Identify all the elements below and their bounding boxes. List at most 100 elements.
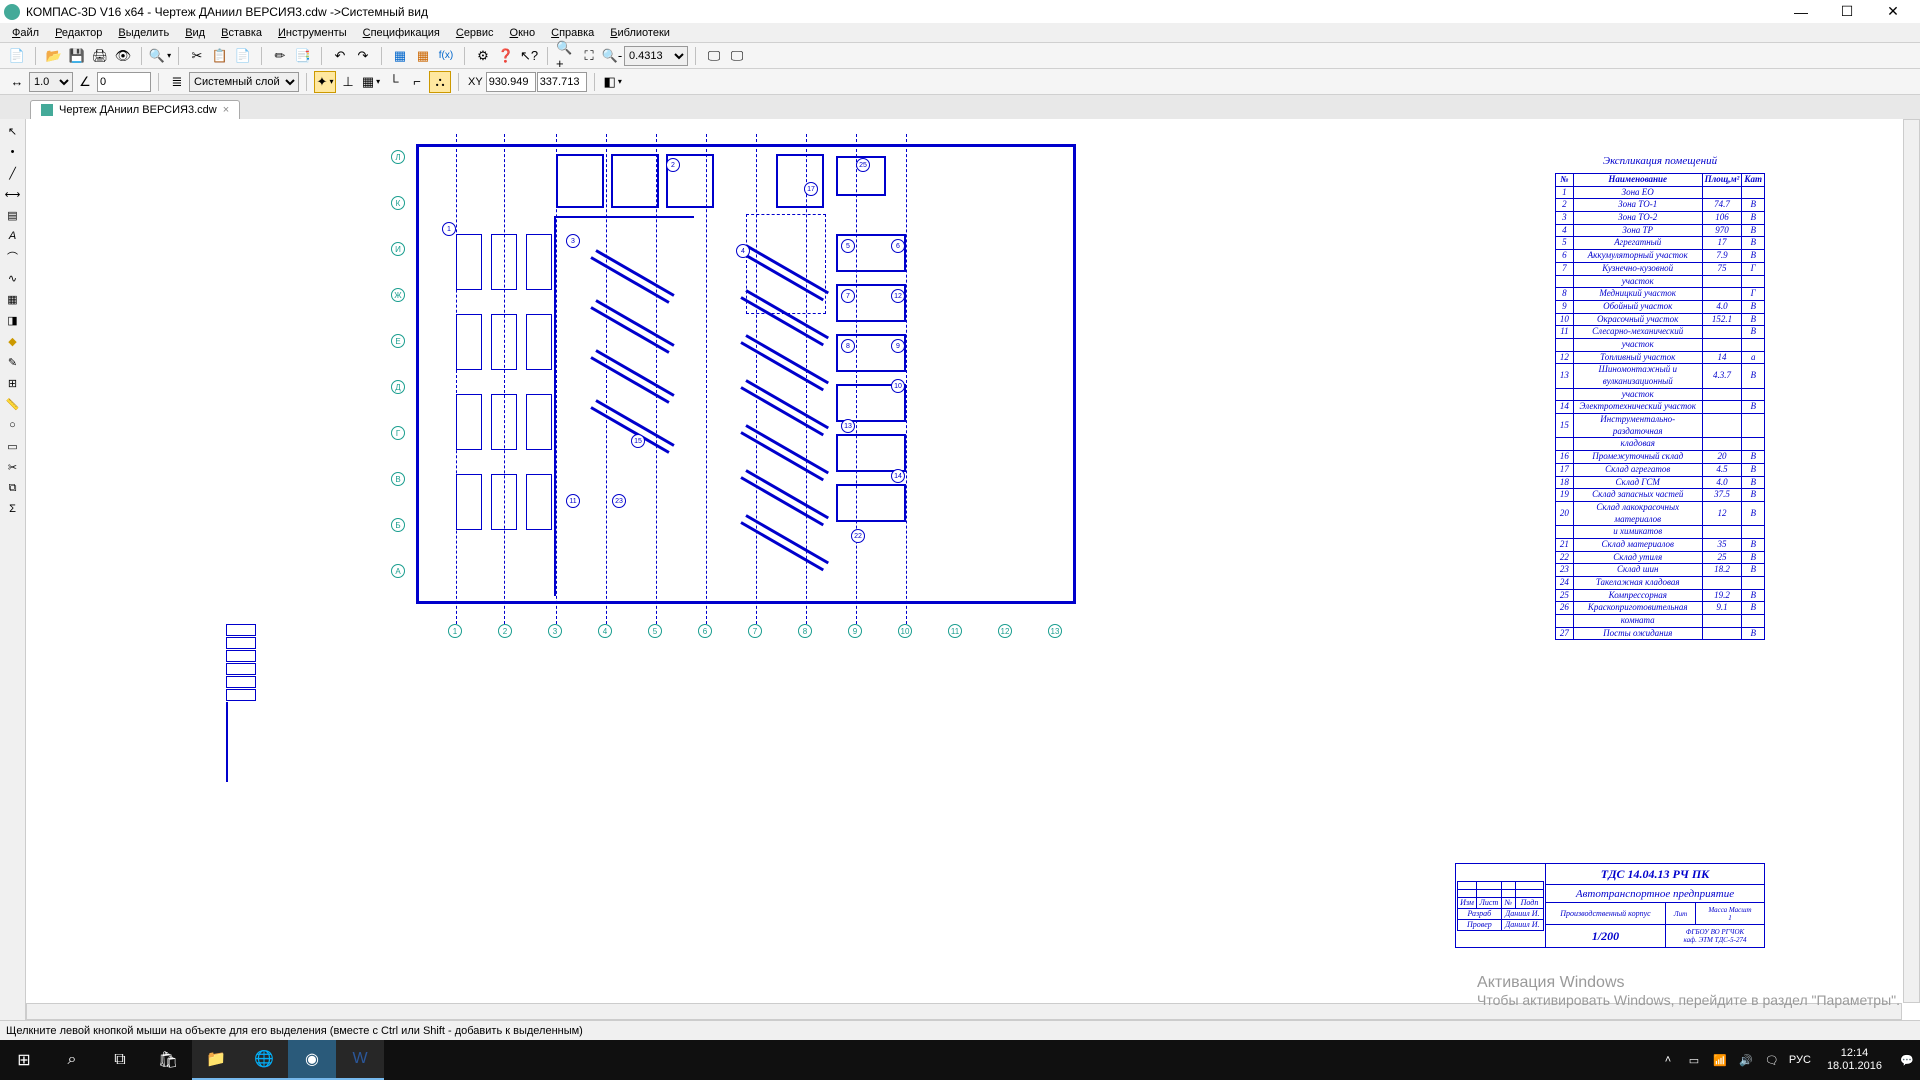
cut-button[interactable]: ✂ bbox=[186, 45, 208, 67]
step-select[interactable]: 1.0 bbox=[29, 72, 73, 92]
dim-tool[interactable]: ⟷ bbox=[2, 184, 24, 204]
kompas-button[interactable]: ◉ bbox=[288, 1040, 336, 1080]
open-button[interactable]: 📂 bbox=[43, 45, 65, 67]
fx-button[interactable]: f(x) bbox=[435, 45, 457, 67]
library-button[interactable]: ▦ bbox=[389, 45, 411, 67]
zoom-value-select[interactable]: 0.4313 bbox=[624, 46, 688, 66]
tray-clock[interactable]: 12:14 18.01.2016 bbox=[1819, 1047, 1890, 1073]
table-row: 13Шиномонтажный и вулканизационный4.3.7В bbox=[1556, 364, 1765, 388]
layer-select[interactable]: Системный слой (0) bbox=[189, 72, 299, 92]
store-button[interactable]: 🛍 bbox=[144, 1040, 192, 1080]
table-tool[interactable]: ▦ bbox=[2, 289, 24, 309]
angle-icon[interactable]: ∠ bbox=[74, 71, 96, 93]
zoom-fit-button[interactable]: ⛶ bbox=[578, 45, 600, 67]
zoom-in-button[interactable]: 🔍+ bbox=[555, 45, 577, 67]
angle-input[interactable] bbox=[97, 72, 151, 92]
line-tool[interactable]: ╱ bbox=[2, 163, 24, 183]
spline-tool[interactable]: ∿ bbox=[2, 268, 24, 288]
refresh-button[interactable]: 🖵 bbox=[703, 45, 725, 67]
frag-tool[interactable]: ◨ bbox=[2, 310, 24, 330]
param-tool[interactable]: ⊞ bbox=[2, 373, 24, 393]
tray-chevron-icon[interactable]: ˄ bbox=[1659, 1054, 1677, 1066]
help-button[interactable]: ❓ bbox=[495, 45, 517, 67]
menu-справка[interactable]: Справка bbox=[543, 25, 602, 41]
chrome-button[interactable]: 🌐 bbox=[240, 1040, 288, 1080]
zoom-out-button[interactable]: 🔍- bbox=[601, 45, 623, 67]
layers-icon[interactable]: ≣ bbox=[166, 71, 188, 93]
mirror-tool[interactable]: ⧉ bbox=[2, 478, 24, 498]
doc-icon bbox=[41, 104, 53, 116]
axis-row-marker: К bbox=[391, 196, 405, 210]
menu-выделить[interactable]: Выделить bbox=[110, 25, 177, 41]
extra-button[interactable]: ◧ bbox=[602, 71, 624, 93]
word-button[interactable]: W bbox=[336, 1040, 384, 1080]
copy-button[interactable]: 📋 bbox=[209, 45, 231, 67]
menu-сервис[interactable]: Сервис bbox=[448, 25, 502, 41]
library2-button[interactable]: ▦ bbox=[412, 45, 434, 67]
perp-button[interactable]: ⊥ bbox=[337, 71, 359, 93]
tray-wifi-icon[interactable]: 📶 bbox=[1711, 1054, 1729, 1067]
menu-вставка[interactable]: Вставка bbox=[213, 25, 270, 41]
step-icon[interactable]: ↔ bbox=[6, 71, 28, 93]
menu-вид[interactable]: Вид bbox=[177, 25, 213, 41]
tray-volume-icon[interactable]: 🔊 bbox=[1737, 1054, 1755, 1067]
point-tool[interactable]: • bbox=[2, 142, 24, 162]
coord-y-input[interactable] bbox=[537, 72, 587, 92]
properties-button[interactable]: ✏ bbox=[269, 45, 291, 67]
ortho-button[interactable]: └ bbox=[383, 71, 405, 93]
menu-библиотеки[interactable]: Библиотеки bbox=[602, 25, 678, 41]
local-cs-button[interactable]: ⛬ bbox=[429, 71, 451, 93]
snap-button[interactable]: ✦ bbox=[314, 71, 336, 93]
grid-button[interactable]: ▦ bbox=[360, 71, 382, 93]
orient-button[interactable]: 🖵 bbox=[726, 45, 748, 67]
paste-button[interactable]: 📄 bbox=[232, 45, 254, 67]
view-dropdown[interactable]: 🔍 bbox=[149, 45, 171, 67]
rect-tool[interactable]: ▭ bbox=[2, 436, 24, 456]
undo-button[interactable]: ↶ bbox=[329, 45, 351, 67]
axis-col-marker: 10 bbox=[898, 624, 912, 638]
menu-окно[interactable]: Окно bbox=[502, 25, 544, 41]
menu-спецификация[interactable]: Спецификация bbox=[355, 25, 448, 41]
menu-редактор[interactable]: Редактор bbox=[47, 25, 110, 41]
copy-props-button[interactable]: 📑 bbox=[292, 45, 314, 67]
redo-button[interactable]: ↷ bbox=[352, 45, 374, 67]
toolbar-main: 📄 📂 💾 🖨 👁 🔍 ✂ 📋 📄 ✏ 📑 ↶ ↷ ▦ ▦ f(x) ⚙ ❓ ↖… bbox=[0, 43, 1920, 69]
measure-tool[interactable]: 📏 bbox=[2, 394, 24, 414]
trim-tool[interactable]: ✂ bbox=[2, 457, 24, 477]
preview-button[interactable]: 👁 bbox=[112, 45, 134, 67]
new-doc-button[interactable]: 📄 bbox=[6, 45, 28, 67]
round-button[interactable]: ⌐ bbox=[406, 71, 428, 93]
tray-language[interactable]: РУС bbox=[1789, 1054, 1811, 1066]
close-button[interactable]: ✕ bbox=[1870, 0, 1916, 23]
maximize-button[interactable]: ☐ bbox=[1824, 0, 1870, 23]
table-row: 1Зона ЕО bbox=[1556, 186, 1765, 199]
document-tab[interactable]: Чертеж ДАниил ВЕРСИЯ3.cdw × bbox=[30, 100, 240, 119]
minimize-button[interactable]: — bbox=[1778, 0, 1824, 23]
arc-tool[interactable]: ⌒ bbox=[2, 247, 24, 267]
tab-close-button[interactable]: × bbox=[223, 104, 229, 116]
tray-notes-icon[interactable]: 🗨 bbox=[1763, 1054, 1781, 1067]
text-tool[interactable]: A bbox=[2, 226, 24, 246]
hatch-tool[interactable]: ▤ bbox=[2, 205, 24, 225]
explorer-button[interactable]: 📁 bbox=[192, 1040, 240, 1080]
edit-tool[interactable]: ✎ bbox=[2, 352, 24, 372]
tray-notifications-icon[interactable]: 💬 bbox=[1898, 1054, 1916, 1067]
coord-x-input[interactable] bbox=[486, 72, 536, 92]
help-arrow-button[interactable]: ↖? bbox=[518, 45, 540, 67]
start-button[interactable]: ⊞ bbox=[0, 1040, 48, 1080]
circle-tool[interactable]: ○ bbox=[2, 415, 24, 435]
axis-row-marker: Ж bbox=[391, 288, 405, 302]
variables-button[interactable]: ⚙ bbox=[472, 45, 494, 67]
save-button[interactable]: 💾 bbox=[66, 45, 88, 67]
tray-battery-icon[interactable]: ▭ bbox=[1685, 1054, 1703, 1067]
select-tool[interactable]: ↖ bbox=[2, 121, 24, 141]
attr-tool[interactable]: Σ bbox=[2, 499, 24, 519]
print-button[interactable]: 🖨 bbox=[89, 45, 111, 67]
task-view-button[interactable]: ⧉ bbox=[96, 1040, 144, 1080]
layers-tool[interactable]: ◆ bbox=[2, 331, 24, 351]
table-row: 7Кузнечно-кузовной75Г bbox=[1556, 262, 1765, 275]
menu-файл[interactable]: Файл bbox=[4, 25, 47, 41]
vertical-scrollbar[interactable] bbox=[1903, 119, 1920, 1003]
menu-инструменты[interactable]: Инструменты bbox=[270, 25, 355, 41]
search-button[interactable]: ⌕ bbox=[48, 1040, 96, 1080]
